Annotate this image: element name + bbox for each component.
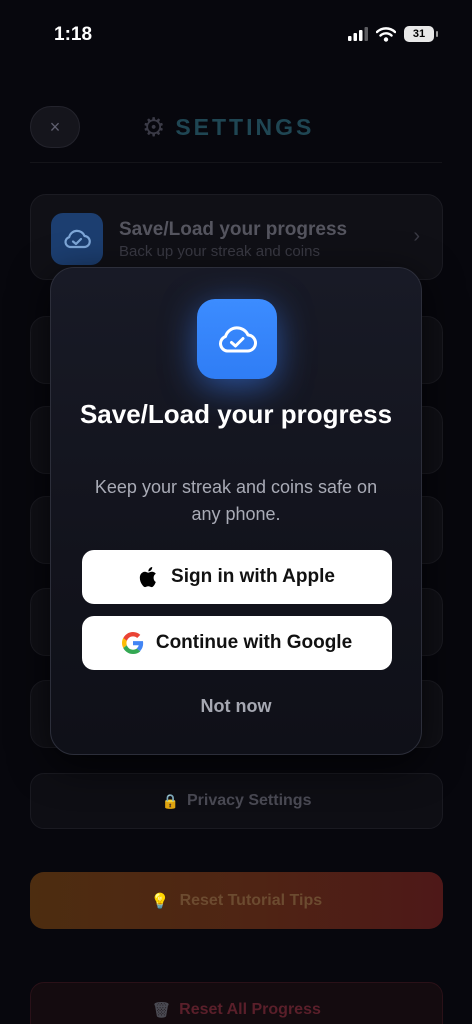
sign-in-with-apple-button[interactable]: Sign in with Apple: [82, 550, 392, 604]
signal-icon: [348, 27, 368, 41]
close-button[interactable]: ×: [30, 106, 80, 148]
battery-level: 31: [412, 28, 426, 40]
dialog-subtitle: Keep your streak and coins safe on any p…: [94, 477, 378, 524]
cloud-check-icon: [197, 299, 277, 379]
dialog-title: Save/Load your progress: [79, 399, 393, 429]
reset-tutorial-tips-label: Reset Tutorial Tips: [179, 891, 323, 909]
apple-logo-icon: [139, 567, 156, 588]
continue-with-google-button[interactable]: Continue with Google: [82, 616, 392, 670]
lightbulb-icon: 💡: [150, 892, 170, 910]
reset-all-progress-button[interactable]: 🗑 Reset All Progress: [30, 982, 443, 1024]
trash-icon: 🗑: [152, 1002, 172, 1019]
page-title: ⚙ SETTINGS: [142, 112, 314, 142]
chevron-right-icon: ›: [413, 225, 420, 247]
reset-tutorial-tips-button[interactable]: 💡 Reset Tutorial Tips: [30, 872, 443, 929]
google-button-label: Continue with Google: [155, 632, 353, 653]
status-icons: 31: [348, 26, 438, 42]
close-icon: ×: [49, 116, 61, 137]
lock-icon: 🔒: [161, 792, 179, 809]
privacy-settings-label: Privacy Settings: [186, 792, 312, 809]
privacy-settings-button[interactable]: 🔒 Privacy Settings: [30, 773, 443, 829]
cloud-check-icon: [51, 213, 103, 265]
status-bar: 1:18 31: [0, 0, 472, 70]
status-time: 1:18: [54, 24, 93, 45]
wifi-icon: [376, 26, 396, 42]
not-now-button[interactable]: Not now: [51, 696, 421, 717]
reset-all-progress-label: Reset All Progress: [179, 1001, 321, 1018]
row-subtitle: Back up your streak and coins: [119, 243, 320, 260]
divider: [30, 162, 442, 163]
page-title-text: SETTINGS: [175, 114, 315, 140]
gear-icon: ⚙: [142, 112, 166, 142]
save-load-dialog: Save/Load your progress Keep your streak…: [50, 267, 422, 755]
apple-button-label: Sign in with Apple: [171, 566, 335, 587]
row-title: Save/Load your progress: [119, 219, 348, 240]
battery-icon: 31: [404, 26, 438, 42]
google-logo-icon: [121, 632, 143, 654]
